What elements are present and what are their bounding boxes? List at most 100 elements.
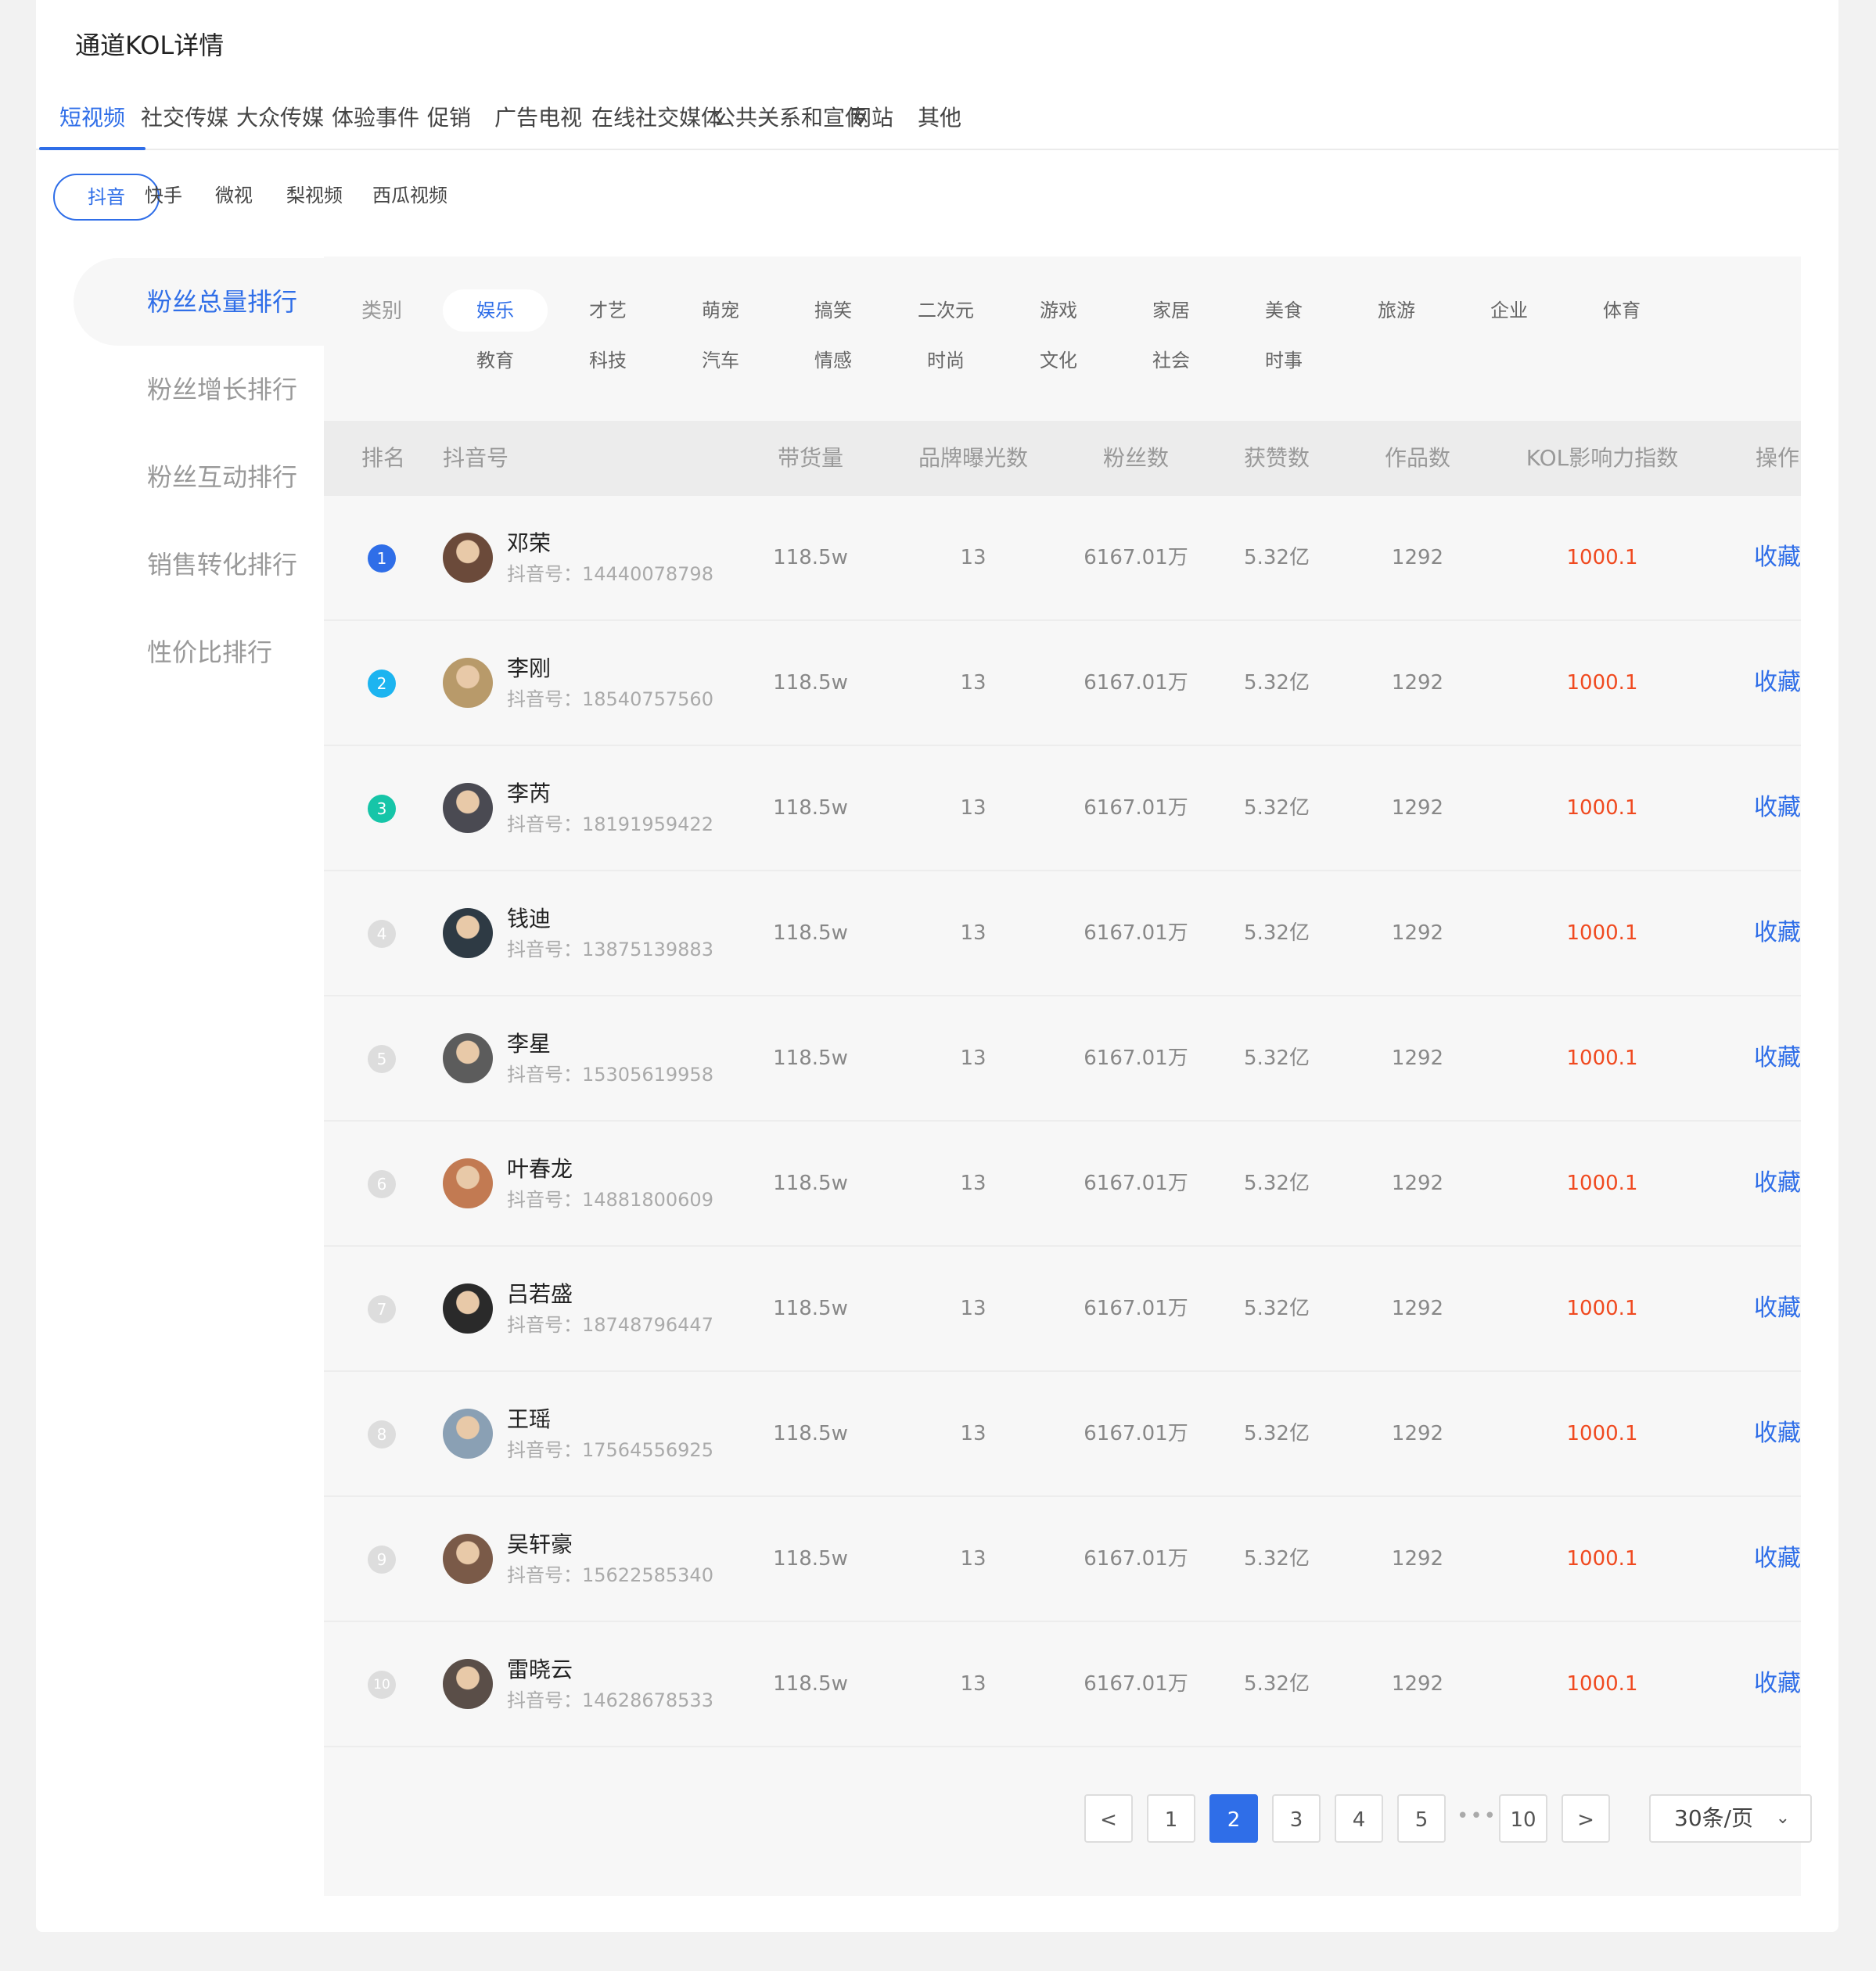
favorite-button[interactable]: 收藏 [1754,1497,1801,1621]
category-2[interactable]: 萌宠 [668,289,773,332]
next-page-button[interactable]: > [1562,1794,1610,1843]
platform-tab-3[interactable]: 梨视频 [269,174,360,217]
pagination: <1 2 3 4 5 ••• 10 >30条/页 ⌄ [324,1794,1812,1844]
category-7[interactable]: 美食 [1231,289,1336,332]
category-row2-3[interactable]: 情感 [781,339,886,382]
tab-9[interactable]: 其他 [918,94,961,149]
tab-7[interactable]: 公共关系和宣传 [713,94,867,149]
tab-5[interactable]: 广告电视 [494,94,582,149]
category-4[interactable]: 二次元 [893,289,998,332]
avatar[interactable] [443,1158,493,1208]
category-row2-6[interactable]: 社会 [1119,339,1224,382]
category-row2-0[interactable]: 教育 [443,339,548,382]
sidebar-item-1[interactable]: 粉丝增长排行 [74,346,324,433]
column-header-2: 带货量 [777,445,844,471]
table-header: 排名 抖音号 带货量 品牌曝光数 粉丝数 获赞数 作品数 KOL影响力指数 操作 [324,421,1801,496]
cell-works: 1292 [1391,1297,1444,1320]
cell-kol: 1000.1 [1566,796,1638,820]
cell-sales: 118.5w [773,1422,848,1445]
avatar[interactable] [443,1409,493,1459]
favorite-button[interactable]: 收藏 [1754,1122,1801,1245]
avatar[interactable] [443,1534,493,1584]
page-button-1[interactable]: 1 [1147,1794,1195,1843]
platform-tab-4[interactable]: 西瓜视频 [355,174,465,217]
favorite-button[interactable]: 收藏 [1754,621,1801,745]
page-button-2[interactable]: 2 [1209,1794,1258,1843]
sidebar-item-4[interactable]: 性价比排行 [74,609,324,696]
sidebar-item-0[interactable]: 粉丝总量排行 [74,258,324,346]
category-8[interactable]: 旅游 [1344,289,1449,332]
avatar[interactable] [443,658,493,708]
favorite-button[interactable]: 收藏 [1754,871,1801,995]
table-row: 9 吴轩豪 抖音号：15622585340 118.5w 13 6167.01万 5.32亿… [324,1497,1801,1622]
kol-detail-card: 通道KOL详情 短视频 社交传媒 大众传媒 体验事件 促销 广告电视 在线社交媒体 公共关系和… [36,0,1838,1932]
tab-1[interactable]: 社交传媒 [141,94,228,149]
douyin-handle: 抖音号：14440078798 [507,563,713,585]
rank-badge: 1 [368,544,396,573]
kol-name: 李星 [507,1031,552,1057]
cell-kol: 1000.1 [1566,546,1638,569]
cell-fans: 6167.01万 [1084,921,1188,945]
category-row2-1[interactable]: 科技 [555,339,660,382]
avatar[interactable] [443,783,493,833]
kol-name: 李刚 [507,655,552,681]
category-9[interactable]: 企业 [1457,289,1562,332]
douyin-handle: 抖音号：15305619958 [507,1064,713,1086]
cell-exposure: 13 [960,1547,987,1571]
page-size-select[interactable]: 30条/页 ⌄ [1649,1794,1812,1843]
favorite-button[interactable]: 收藏 [1754,1372,1801,1495]
category-5[interactable]: 游戏 [1006,289,1111,332]
category-6[interactable]: 家居 [1119,289,1224,332]
avatar[interactable] [443,1283,493,1334]
category-row2-7[interactable]: 时事 [1231,339,1336,382]
avatar[interactable] [443,908,493,958]
category-row2-2[interactable]: 汽车 [668,339,773,382]
cell-sales: 118.5w [773,1172,848,1195]
category-row2-5[interactable]: 文化 [1006,339,1111,382]
cell-works: 1292 [1391,1672,1444,1696]
cell-kol: 1000.1 [1566,921,1638,945]
cell-works: 1292 [1391,546,1444,569]
sidebar-item-3[interactable]: 销售转化排行 [74,521,324,609]
category-10[interactable]: 体育 [1569,289,1674,332]
tab-4[interactable]: 促销 [427,94,471,149]
page-button-4[interactable]: 4 [1335,1794,1383,1843]
chevron-down-icon: ⌄ [1775,1808,1790,1828]
category-label: 类别 [361,300,403,323]
favorite-button[interactable]: 收藏 [1754,746,1801,870]
page-button-5[interactable]: 5 [1397,1794,1446,1843]
tab-3[interactable]: 体验事件 [332,94,419,149]
table-row: 6 叶春龙 抖音号：14881800609 118.5w 13 6167.01万 5.32亿… [324,1122,1801,1247]
avatar[interactable] [443,1659,493,1709]
favorite-button[interactable]: 收藏 [1754,496,1801,619]
table-row: 4 钱迪 抖音号：13875139883 118.5w 13 6167.01万 5.32亿 1… [324,871,1801,996]
column-header-3: 品牌曝光数 [918,445,1029,471]
cell-likes: 5.32亿 [1244,921,1310,945]
favorite-button[interactable]: 收藏 [1754,1247,1801,1370]
category-0[interactable]: 娱乐 [443,289,548,332]
cell-likes: 5.32亿 [1244,796,1310,820]
favorite-button[interactable]: 收藏 [1754,1622,1801,1746]
platform-tab-1[interactable]: 快手 [128,174,199,217]
table-row: 3 李芮 抖音号：18191959422 118.5w 13 6167.01万 5.32亿 1… [324,746,1801,871]
tab-8[interactable]: 网站 [850,94,893,149]
cell-fans: 6167.01万 [1084,1422,1188,1445]
category-1[interactable]: 才艺 [555,289,660,332]
avatar[interactable] [443,1033,493,1083]
cell-likes: 5.32亿 [1244,1672,1310,1696]
avatar[interactable] [443,533,493,583]
category-3[interactable]: 搞笑 [781,289,886,332]
tab-2[interactable]: 大众传媒 [236,94,324,149]
prev-page-button[interactable]: < [1084,1794,1133,1843]
category-row2-4[interactable]: 时尚 [893,339,998,382]
cell-sales: 118.5w [773,546,848,569]
page-button-3[interactable]: 3 [1272,1794,1321,1843]
cell-exposure: 13 [960,921,987,945]
page-button-last[interactable]: 10 [1499,1794,1547,1843]
favorite-button[interactable]: 收藏 [1754,996,1801,1120]
tab-0[interactable]: 短视频 [38,94,146,150]
platform-tab-2[interactable]: 微视 [199,174,269,217]
rank-badge: 6 [368,1170,396,1198]
sidebar-item-2[interactable]: 粉丝互动排行 [74,433,324,521]
tab-6[interactable]: 在线社交媒体 [591,94,723,149]
